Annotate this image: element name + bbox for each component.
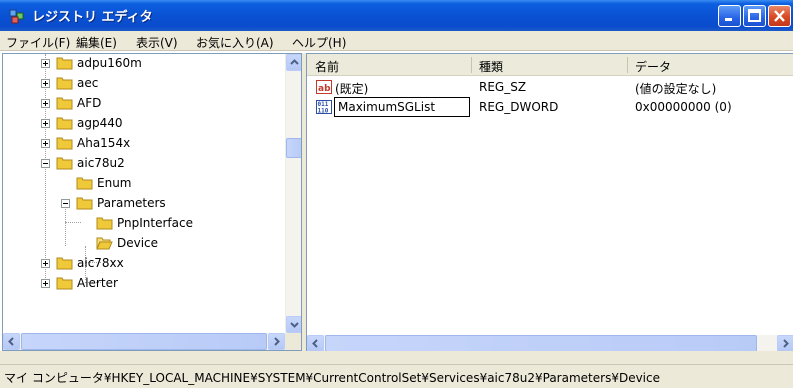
- tree-item-label: adpu160m: [77, 56, 142, 70]
- close-button[interactable]: [768, 5, 791, 27]
- folder-icon: [76, 177, 93, 190]
- title-bar[interactable]: レジストリ エディタ: [0, 0, 793, 31]
- menu-file[interactable]: ファイル(F): [6, 34, 70, 51]
- minimize-button[interactable]: [718, 5, 741, 27]
- tree-horizontal-scrollbar[interactable]: [3, 333, 285, 350]
- folder-icon: [56, 77, 73, 90]
- expand-icon[interactable]: [41, 99, 50, 108]
- close-icon: [774, 10, 785, 22]
- value-data: 0x00000000 (0): [635, 100, 732, 114]
- column-header-type[interactable]: 種類: [479, 58, 503, 75]
- binary-value-icon: 011 110: [316, 100, 332, 114]
- value-name[interactable]: MaximumSGList: [338, 100, 435, 114]
- tree-item-label: aec: [77, 76, 99, 90]
- chevron-left-icon: [8, 337, 14, 346]
- column-separator[interactable]: [471, 57, 472, 73]
- open-folder-icon: [96, 237, 113, 250]
- tree-item-label: Parameters: [97, 196, 166, 210]
- menu-bar: ファイル(F) 編集(E) 表示(V) お気に入り(A) ヘルプ(H): [0, 31, 793, 51]
- tree-item-label: Alerter: [77, 276, 118, 290]
- tree-item-label: aic78u2: [77, 156, 125, 170]
- tree-item-label: AFD: [77, 96, 102, 110]
- menu-view[interactable]: 表示(V): [136, 34, 178, 51]
- expand-icon[interactable]: [41, 79, 50, 88]
- column-header-data[interactable]: データ: [635, 58, 671, 75]
- tree-item-label: aic78xx: [77, 256, 124, 270]
- scroll-thumb[interactable]: [286, 138, 301, 158]
- scroll-thumb[interactable]: [21, 333, 267, 350]
- maximize-icon: [748, 9, 761, 22]
- scroll-thumb[interactable]: [325, 335, 757, 351]
- expand-icon[interactable]: [41, 279, 50, 288]
- folder-icon: [76, 197, 93, 210]
- expand-icon[interactable]: [41, 139, 50, 148]
- menu-edit[interactable]: 編集(E): [76, 34, 117, 51]
- tree-item-label: Enum: [97, 176, 132, 190]
- value-data: (値の設定なし): [635, 82, 717, 96]
- list-item[interactable]: 011 110 MaximumSGList REG_DWORD 0x000000…: [307, 97, 793, 117]
- list-item[interactable]: ab (既定) REG_SZ (値の設定なし): [307, 77, 793, 97]
- scroll-right-button[interactable]: [268, 333, 285, 350]
- folder-icon: [96, 217, 113, 230]
- registry-editor-icon: [9, 9, 24, 24]
- scrollbar-corner: [285, 333, 301, 350]
- chevron-left-icon: [312, 339, 318, 348]
- status-bar: マイ コンピュータ¥HKEY_LOCAL_MACHINE¥SYSTEM¥Curr…: [0, 364, 793, 388]
- collapse-icon[interactable]: [41, 159, 50, 168]
- folder-icon: [56, 157, 73, 170]
- expand-icon[interactable]: [41, 119, 50, 128]
- tree-vertical-scrollbar[interactable]: [285, 54, 301, 333]
- tree-item-label: Aha154x: [77, 136, 131, 150]
- collapse-icon[interactable]: [61, 199, 70, 208]
- minimize-icon: [725, 18, 732, 21]
- scroll-left-button[interactable]: [3, 333, 20, 350]
- chevron-right-icon: [274, 337, 280, 346]
- tree-item-label: PnpInterface: [117, 216, 193, 230]
- folder-icon: [56, 117, 73, 130]
- string-value-icon: ab: [316, 80, 332, 94]
- expand-icon[interactable]: [41, 259, 50, 268]
- scroll-left-button[interactable]: [307, 335, 324, 351]
- key-tree-pane[interactable]: adpu160m aec AFD agp440 Aha154x aic78u2 …: [2, 53, 302, 351]
- svg-text:110: 110: [318, 108, 329, 115]
- chevron-right-icon: [783, 339, 789, 348]
- scroll-up-button[interactable]: [286, 54, 301, 71]
- expand-icon[interactable]: [41, 59, 50, 68]
- svg-text:ab: ab: [318, 84, 331, 94]
- value-name: (既定): [335, 82, 369, 96]
- menu-help[interactable]: ヘルプ(H): [292, 34, 346, 51]
- scroll-right-button[interactable]: [777, 335, 793, 351]
- tree-item-label: Device: [117, 236, 159, 250]
- column-header-name[interactable]: 名前: [315, 58, 339, 75]
- chevron-up-icon: [290, 59, 299, 65]
- window-frame: [0, 351, 793, 364]
- tree-item-label: agp440: [77, 116, 123, 130]
- value-type: REG_SZ: [479, 80, 527, 94]
- folder-icon: [56, 57, 73, 70]
- folder-icon: [56, 257, 73, 270]
- list-horizontal-scrollbar[interactable]: [307, 335, 793, 351]
- window-title: レジストリ エディタ: [32, 10, 153, 25]
- folder-icon: [56, 97, 73, 110]
- menu-favorites[interactable]: お気に入り(A): [196, 34, 274, 51]
- value-type: REG_DWORD: [479, 100, 559, 114]
- value-list-pane[interactable]: 名前 種類 データ ab (既定) REG_SZ (値の設定なし) 011 11…: [306, 53, 793, 351]
- status-path: マイ コンピュータ¥HKEY_LOCAL_MACHINE¥SYSTEM¥Curr…: [4, 371, 660, 385]
- chevron-down-icon: [290, 322, 299, 328]
- folder-icon: [56, 137, 73, 150]
- list-header: 名前 種類 データ: [307, 54, 793, 76]
- folder-icon: [56, 277, 73, 290]
- maximize-button[interactable]: [743, 5, 766, 27]
- column-separator[interactable]: [627, 57, 628, 73]
- scroll-down-button[interactable]: [286, 316, 301, 333]
